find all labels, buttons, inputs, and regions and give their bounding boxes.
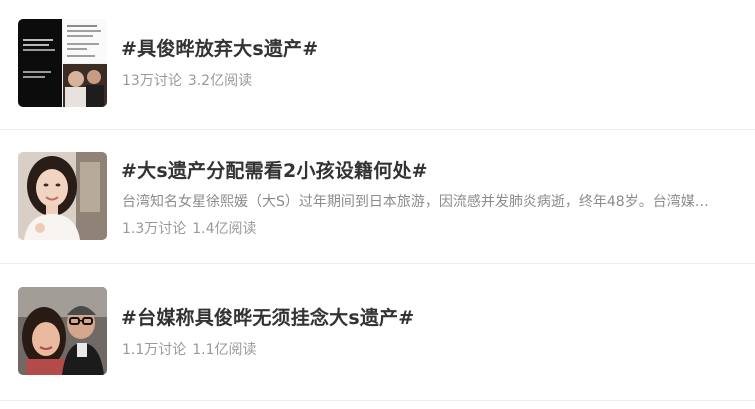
read-count: 1.1亿阅读 [192,342,257,358]
read-count: 1.4亿阅读 [192,221,257,237]
read-count: 3.2亿阅读 [187,73,253,89]
topic-thumbnail[interactable] [18,152,107,240]
topic-card[interactable]: #台媒称具俊晔无须挂念大s遗产# 1.1万讨论 1.1亿阅读 [0,264,755,409]
topic-title[interactable]: #台媒称具俊晔无须挂念大s遗产# [121,303,414,330]
topic-stats: 1.3万讨论 1.4亿阅读 [122,218,257,238]
topic-title[interactable]: #具俊晔放弃大s遗产# [121,34,318,61]
topic-description: 台湾知名女星徐熙媛（大S）过年期间到日本旅游，因流感并发肺炎病逝，终年48岁。台… [122,194,717,210]
topic-thumbnail[interactable] [18,19,107,107]
topic-title[interactable]: #大s遗产分配需看2小孩设籍何处# [121,156,428,183]
topic-thumbnail[interactable] [18,287,107,375]
topic-card[interactable]: #具俊晔放弃大s遗产# 13万讨论 3.2亿阅读 [0,0,755,130]
discussion-count: 1.3万讨论 [122,221,187,237]
discussion-count: 13万讨论 [122,73,182,89]
topic-list: #具俊晔放弃大s遗产# 13万讨论 3.2亿阅读 #大s遗产分配需看2小孩设籍何… [0,0,755,409]
divider [0,400,755,401]
topic-stats: 1.1万讨论 1.1亿阅读 [122,339,257,359]
topic-card[interactable]: #大s遗产分配需看2小孩设籍何处# 台湾知名女星徐熙媛（大S）过年期间到日本旅游… [0,130,755,264]
topic-stats: 13万讨论 3.2亿阅读 [122,70,252,90]
discussion-count: 1.1万讨论 [122,342,187,358]
